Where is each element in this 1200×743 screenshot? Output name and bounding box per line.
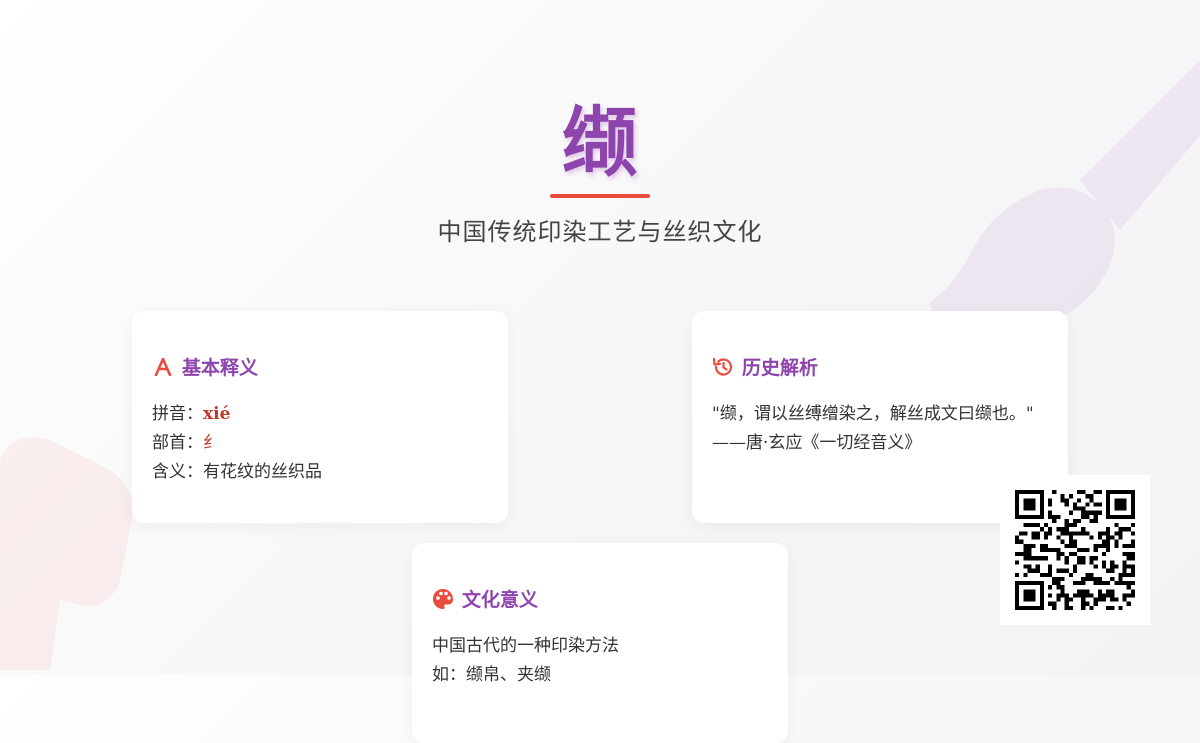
history-source: ——唐·玄应《一切经音义》 [712,433,922,453]
qr-code [1000,475,1150,625]
font-icon [152,356,174,378]
history-icon [712,356,734,378]
hero-divider [550,194,650,198]
hero-section: 缬 中国传统印染工艺与丝织文化 [0,98,1200,247]
card-header: 文化意义 [432,585,768,612]
history-quote: "缬，谓以丝缚缯染之，解丝成文曰缬也。" [712,404,1034,424]
card-title: 基本释义 [182,357,259,379]
radical-row: 部首：纟 [152,429,488,458]
hero-character: 缬 [562,98,638,187]
card-title: 文化意义 [462,589,539,611]
radical-value: 纟 [203,433,220,453]
basic-meaning-card: 基本释义 拼音：xié 部首：纟 含义：有花纹的丝织品 [132,311,508,523]
meaning-label: 含义： [152,462,203,482]
culture-card: 文化意义 中国古代的一种印染方法 如：缬帛、夹缬 [412,543,788,743]
card-title: 历史解析 [742,357,819,379]
pinyin-row: 拼音：xié [152,400,488,429]
culture-line-2: 如：缬帛、夹缬 [432,665,551,685]
pinyin-value: xié [203,404,231,424]
card-header: 基本释义 [152,353,488,380]
pinyin-label: 拼音： [152,404,203,424]
culture-line-1: 中国古代的一种印染方法 [432,636,619,656]
meaning-value: 有花纹的丝织品 [203,462,322,482]
qr-code-icon [1015,490,1135,610]
palette-icon [432,588,454,610]
card-header: 历史解析 [712,353,1048,380]
hero-subtitle: 中国传统印染工艺与丝织文化 [437,218,763,246]
radical-label: 部首： [152,433,203,453]
meaning-row: 含义：有花纹的丝织品 [152,458,488,487]
